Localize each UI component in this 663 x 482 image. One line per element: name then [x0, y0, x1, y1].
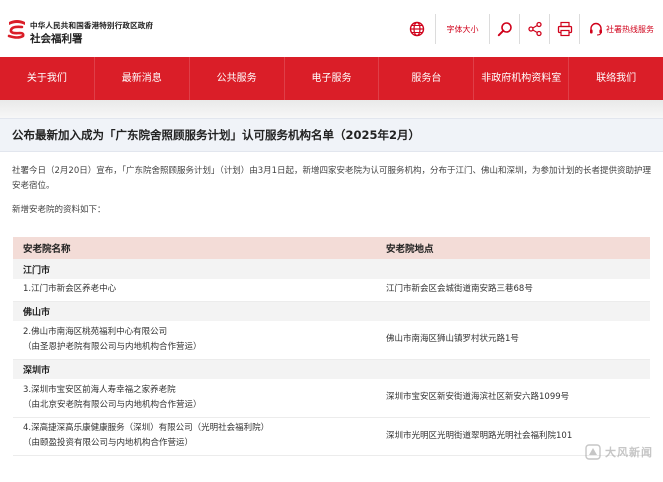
region-label: 深圳市 — [13, 359, 650, 379]
home-name-cell: 3.深圳市宝安区前海人寿幸福之家养老院 （由北京安老院有限公司与内地机构合作营运… — [13, 379, 376, 418]
hotline-button[interactable]: 社署热线服务 — [579, 14, 663, 44]
swd-logo-icon[interactable] — [6, 18, 28, 40]
search-button[interactable] — [489, 14, 519, 44]
table-header-row: 安老院名称 安老院地点 — [13, 237, 650, 259]
home-address: 深圳市宝安区新安街道海滨社区新安六路1099号 — [376, 379, 650, 418]
nav-item-label: 关于我们 — [26, 72, 67, 84]
language-button[interactable] — [399, 14, 435, 44]
nav-item-contact-us[interactable]: 联络我们 — [569, 57, 663, 100]
home-operator: （由颐盈投资有限公司与内地机构合作营运） — [23, 438, 194, 448]
article-body: 社署今日（2月20日）宣布，「广东院舍照顾服务计划」（计划）由3月1日起，新增四… — [0, 152, 663, 215]
home-name-cell: 4.深高捷深高乐康健康服务（深圳）有限公司（光明社会福利院） （由颐盈投资有限公… — [13, 417, 376, 456]
region-row-shenzhen: 深圳市 — [13, 359, 650, 379]
printer-icon — [557, 21, 572, 37]
article-title-bar: 公布最新加入成为「广东院舍照顾服务计划」认可服务机构名单（2025年2月） — [0, 118, 663, 152]
home-operator: （由圣恩护老院有限公司与内地机构合作营运） — [23, 341, 202, 352]
home-name: 1.江门市新会区养老中心 — [23, 284, 117, 295]
article-paragraph: 社署今日（2月20日）宣布，「广东院舍照顾服务计划」（计划）由3月1日起，新增四… — [12, 166, 652, 191]
nav-item-label: 公共服务 — [216, 72, 257, 84]
home-name-cell: 2.佛山市南海区桃苑福利中心有限公司 （由圣恩护老院有限公司与内地机构合作营运） — [13, 321, 376, 360]
nav-item-label: 非政府机构资料室 — [481, 72, 562, 84]
table-row: 1.江门市新会区养老中心 江门市新会区会城街道南安路三巷68号 — [13, 279, 650, 302]
government-name: 中华人民共和国香港特别行政区政府 — [30, 21, 154, 30]
watermark-logo-icon — [585, 444, 601, 460]
nav-item-latest-news[interactable]: 最新消息 — [95, 57, 190, 100]
print-button[interactable] — [549, 14, 579, 44]
header-tools: 字体大小 社署热线服务 — [399, 14, 663, 44]
column-header-home-address: 安老院地点 — [376, 237, 650, 259]
department-name[interactable]: 社会福利署 — [30, 31, 83, 46]
home-address: 江门市新会区会城街道南安路三巷68号 — [376, 279, 650, 302]
home-address: 佛山市南海区狮山镇罗村状元路1号 — [376, 321, 650, 360]
home-name: 4.深高捷深高乐康健康服务（深圳）有限公司（光明社会福利院） — [23, 423, 270, 433]
nav-item-label: 电子服务 — [311, 72, 352, 84]
nav-item-service-desk[interactable]: 服务台 — [379, 57, 475, 100]
region-row-foshan: 佛山市 — [13, 301, 650, 321]
nav-item-label: 联络我们 — [596, 72, 637, 84]
table-row: 2.佛山市南海区桃苑福利中心有限公司 （由圣恩护老院有限公司与内地机构合作营运）… — [13, 321, 650, 360]
share-icon — [527, 21, 542, 37]
nav-item-public-services[interactable]: 公共服务 — [190, 57, 285, 100]
search-icon — [497, 22, 512, 37]
table-intro: 新增安老院的资料如下： — [12, 205, 106, 215]
nav-item-label: 最新消息 — [121, 72, 162, 84]
headset-icon — [590, 22, 602, 36]
nav-item-e-services[interactable]: 电子服务 — [285, 57, 380, 100]
table-row: 4.深高捷深高乐康健康服务（深圳）有限公司（光明社会福利院） （由颐盈投资有限公… — [13, 417, 650, 456]
font-size-label: 字体大小 — [446, 24, 479, 34]
font-size-button[interactable]: 字体大小 — [435, 14, 489, 44]
region-row-jiangmen: 江门市 — [13, 259, 650, 279]
hotline-label: 社署热线服务 — [606, 24, 654, 34]
home-name-cell: 1.江门市新会区养老中心 — [13, 279, 376, 302]
home-name: 2.佛山市南海区桃苑福利中心有限公司 — [23, 326, 168, 337]
table-row: 3.深圳市宝安区前海人寿幸福之家养老院 （由北京安老院有限公司与内地机构合作营运… — [13, 379, 650, 418]
watermark-text: 大风新闻 — [605, 446, 653, 459]
elderly-home-table: 安老院名称 安老院地点 江门市 1.江门市新会区养老中心 江门市新会区会城街道南… — [13, 237, 650, 456]
share-button[interactable] — [519, 14, 549, 44]
region-label: 江门市 — [13, 259, 650, 279]
globe-icon — [409, 21, 425, 37]
news-watermark: 大风新闻 — [585, 444, 653, 460]
nav-item-label: 服务台 — [411, 72, 442, 84]
main-navigation: 关于我们 最新消息 公共服务 电子服务 服务台 非政府机构资料室 联络我们 — [0, 57, 663, 100]
nav-item-about-us[interactable]: 关于我们 — [0, 57, 95, 100]
column-header-home-name: 安老院名称 — [13, 237, 376, 259]
home-name: 3.深圳市宝安区前海人寿幸福之家养老院 — [23, 384, 176, 395]
home-operator: （由北京安老院有限公司与内地机构合作营运） — [23, 399, 202, 410]
nav-item-ngo-corner[interactable]: 非政府机构资料室 — [474, 57, 570, 100]
site-header: 中华人民共和国香港特别行政区政府 社会福利署 字体大小 社署热线服务 — [0, 0, 663, 56]
region-label: 佛山市 — [13, 301, 650, 321]
nav-divider — [0, 100, 663, 118]
article-title: 公布最新加入成为「广东院舍照顾服务计划」认可服务机构名单（2025年2月） — [12, 128, 421, 142]
